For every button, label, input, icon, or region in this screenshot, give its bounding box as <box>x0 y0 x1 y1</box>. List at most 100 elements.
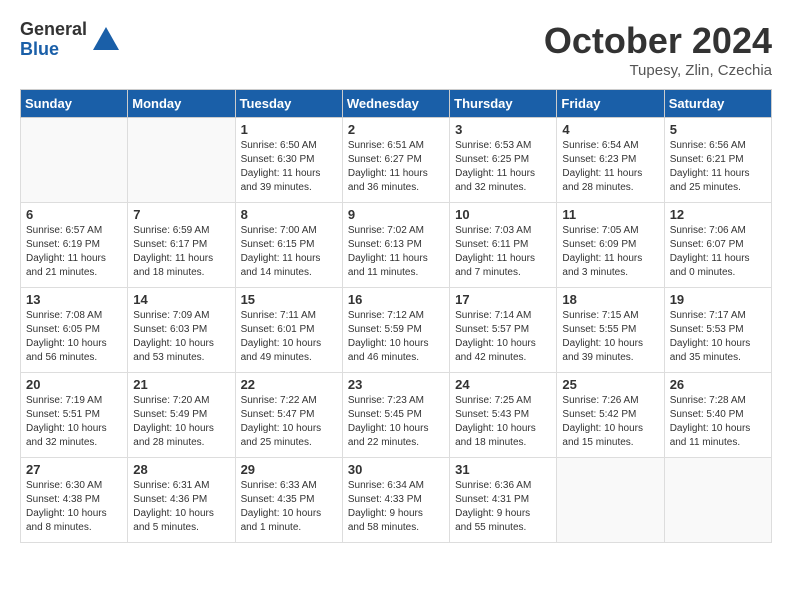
calendar-cell: 26Sunrise: 7:28 AM Sunset: 5:40 PM Dayli… <box>664 373 771 458</box>
weekday-header-wednesday: Wednesday <box>342 90 449 118</box>
calendar-table: SundayMondayTuesdayWednesdayThursdayFrid… <box>20 89 772 543</box>
calendar-cell: 11Sunrise: 7:05 AM Sunset: 6:09 PM Dayli… <box>557 203 664 288</box>
calendar-cell: 4 Sunrise: 6:54 AM Sunset: 6:23 PM Daylig… <box>557 118 664 203</box>
calendar-cell: 22 Sunrise: 7:22 AM Sunset: 5:47 PM Dayli… <box>235 373 342 458</box>
day-info: Sunrise: 7:00 AM Sunset: 6:15 PM Dayligh… <box>241 224 337 280</box>
calendar-cell: 20Sunrise: 7:19 AM Sunset: 5:51 PM Dayli… <box>21 373 128 458</box>
day-info: Sunrise: 7:23 AM Sunset: 5:45 PM Dayligh… <box>348 394 444 450</box>
weekday-header-tuesday: Tuesday <box>235 90 342 118</box>
day-number: 24 <box>455 377 551 392</box>
day-info: Sunrise: 7:22 AM Sunset: 5:47 PM Dayligh… <box>241 394 337 450</box>
day-number: 18 <box>562 292 658 307</box>
logo-icon <box>91 25 121 55</box>
day-number: 9 <box>348 207 444 222</box>
day-number: 27 <box>26 462 122 477</box>
calendar-cell <box>128 118 235 203</box>
day-info: Sunrise: 7:17 AM Sunset: 5:53 PM Dayligh… <box>670 309 766 365</box>
day-number: 15 <box>241 292 337 307</box>
month-title: October 2024 <box>544 20 772 62</box>
calendar-cell: 28 Sunrise: 6:31 AM Sunset: 4:36 PM Dayli… <box>128 458 235 543</box>
weekday-header-sunday: Sunday <box>21 90 128 118</box>
day-number: 21 <box>133 377 229 392</box>
calendar-cell: 5Sunrise: 6:56 AM Sunset: 6:21 PM Daylig… <box>664 118 771 203</box>
day-info: Sunrise: 6:51 AM Sunset: 6:27 PM Dayligh… <box>348 139 444 195</box>
calendar-cell: 18 Sunrise: 7:15 AM Sunset: 5:55 PM Dayli… <box>557 288 664 373</box>
day-number: 26 <box>670 377 766 392</box>
calendar-cell <box>557 458 664 543</box>
calendar-cell: 15 Sunrise: 7:11 AM Sunset: 6:01 PM Dayli… <box>235 288 342 373</box>
title-section: October 2024 Tupesy, Zlin, Czechia <box>544 20 772 79</box>
calendar-cell: 7Sunrise: 6:59 AM Sunset: 6:17 PM Daylig… <box>128 203 235 288</box>
calendar-cell: 25 Sunrise: 7:26 AM Sunset: 5:42 PM Dayli… <box>557 373 664 458</box>
day-info: Sunrise: 7:12 AM Sunset: 5:59 PM Dayligh… <box>348 309 444 365</box>
day-number: 3 <box>455 122 551 137</box>
calendar-cell: 17Sunrise: 7:14 AM Sunset: 5:57 PM Dayli… <box>450 288 557 373</box>
calendar-week-3: 13 Sunrise: 7:08 AM Sunset: 6:05 PM Dayli… <box>21 288 772 373</box>
day-info: Sunrise: 7:09 AM Sunset: 6:03 PM Dayligh… <box>133 309 229 365</box>
day-number: 4 <box>562 122 658 137</box>
day-number: 2 <box>348 122 444 137</box>
day-info: Sunrise: 7:02 AM Sunset: 6:13 PM Dayligh… <box>348 224 444 280</box>
day-number: 20 <box>26 377 122 392</box>
day-info: Sunrise: 6:30 AM Sunset: 4:38 PM Dayligh… <box>26 479 122 535</box>
day-info: Sunrise: 6:31 AM Sunset: 4:36 PM Dayligh… <box>133 479 229 535</box>
weekday-header-thursday: Thursday <box>450 90 557 118</box>
day-info: Sunrise: 6:59 AM Sunset: 6:17 PM Dayligh… <box>133 224 229 280</box>
day-info: Sunrise: 7:26 AM Sunset: 5:42 PM Dayligh… <box>562 394 658 450</box>
day-number: 13 <box>26 292 122 307</box>
day-info: Sunrise: 6:36 AM Sunset: 4:31 PM Dayligh… <box>455 479 551 535</box>
calendar-cell: 2 Sunrise: 6:51 AM Sunset: 6:27 PM Daylig… <box>342 118 449 203</box>
day-info: Sunrise: 7:14 AM Sunset: 5:57 PM Dayligh… <box>455 309 551 365</box>
day-info: Sunrise: 7:03 AM Sunset: 6:11 PM Dayligh… <box>455 224 551 280</box>
calendar-cell: 23 Sunrise: 7:23 AM Sunset: 5:45 PM Dayli… <box>342 373 449 458</box>
calendar-cell: 9 Sunrise: 7:02 AM Sunset: 6:13 PM Daylig… <box>342 203 449 288</box>
day-info: Sunrise: 7:08 AM Sunset: 6:05 PM Dayligh… <box>26 309 122 365</box>
day-info: Sunrise: 7:15 AM Sunset: 5:55 PM Dayligh… <box>562 309 658 365</box>
calendar-cell: 1Sunrise: 6:50 AM Sunset: 6:30 PM Daylig… <box>235 118 342 203</box>
day-info: Sunrise: 7:11 AM Sunset: 6:01 PM Dayligh… <box>241 309 337 365</box>
calendar-week-2: 6Sunrise: 6:57 AM Sunset: 6:19 PM Daylig… <box>21 203 772 288</box>
day-number: 29 <box>241 462 337 477</box>
calendar-week-1: 1Sunrise: 6:50 AM Sunset: 6:30 PM Daylig… <box>21 118 772 203</box>
calendar-cell: 31Sunrise: 6:36 AM Sunset: 4:31 PM Dayli… <box>450 458 557 543</box>
logo-general: General <box>20 20 87 40</box>
calendar-cell <box>664 458 771 543</box>
calendar-cell: 14 Sunrise: 7:09 AM Sunset: 6:03 PM Dayli… <box>128 288 235 373</box>
logo: General Blue <box>20 20 121 60</box>
day-number: 25 <box>562 377 658 392</box>
weekday-header-saturday: Saturday <box>664 90 771 118</box>
day-number: 30 <box>348 462 444 477</box>
day-number: 22 <box>241 377 337 392</box>
calendar-cell: 29Sunrise: 6:33 AM Sunset: 4:35 PM Dayli… <box>235 458 342 543</box>
calendar-cell: 16 Sunrise: 7:12 AM Sunset: 5:59 PM Dayli… <box>342 288 449 373</box>
day-number: 19 <box>670 292 766 307</box>
calendar-cell: 3Sunrise: 6:53 AM Sunset: 6:25 PM Daylig… <box>450 118 557 203</box>
day-info: Sunrise: 6:54 AM Sunset: 6:23 PM Dayligh… <box>562 139 658 195</box>
calendar-cell <box>21 118 128 203</box>
day-number: 6 <box>26 207 122 222</box>
calendar-cell: 10 Sunrise: 7:03 AM Sunset: 6:11 PM Dayli… <box>450 203 557 288</box>
day-number: 10 <box>455 207 551 222</box>
weekday-header-friday: Friday <box>557 90 664 118</box>
weekday-header-monday: Monday <box>128 90 235 118</box>
day-info: Sunrise: 7:05 AM Sunset: 6:09 PM Dayligh… <box>562 224 658 280</box>
page-header: General Blue October 2024 Tupesy, Zlin, … <box>20 20 772 79</box>
calendar-cell: 24 Sunrise: 7:25 AM Sunset: 5:43 PM Dayli… <box>450 373 557 458</box>
day-info: Sunrise: 6:34 AM Sunset: 4:33 PM Dayligh… <box>348 479 444 535</box>
weekday-header-row: SundayMondayTuesdayWednesdayThursdayFrid… <box>21 90 772 118</box>
day-number: 1 <box>241 122 337 137</box>
calendar-cell: 21 Sunrise: 7:20 AM Sunset: 5:49 PM Dayli… <box>128 373 235 458</box>
calendar-cell: 19 Sunrise: 7:17 AM Sunset: 5:53 PM Dayli… <box>664 288 771 373</box>
day-number: 28 <box>133 462 229 477</box>
day-number: 8 <box>241 207 337 222</box>
calendar-cell: 30 Sunrise: 6:34 AM Sunset: 4:33 PM Dayli… <box>342 458 449 543</box>
calendar-cell: 13 Sunrise: 7:08 AM Sunset: 6:05 PM Dayli… <box>21 288 128 373</box>
day-number: 14 <box>133 292 229 307</box>
location: Tupesy, Zlin, Czechia <box>544 62 772 79</box>
day-info: Sunrise: 7:20 AM Sunset: 5:49 PM Dayligh… <box>133 394 229 450</box>
calendar-cell: 27 Sunrise: 6:30 AM Sunset: 4:38 PM Dayli… <box>21 458 128 543</box>
day-number: 16 <box>348 292 444 307</box>
calendar-cell: 12Sunrise: 7:06 AM Sunset: 6:07 PM Dayli… <box>664 203 771 288</box>
day-number: 23 <box>348 377 444 392</box>
day-info: Sunrise: 7:25 AM Sunset: 5:43 PM Dayligh… <box>455 394 551 450</box>
